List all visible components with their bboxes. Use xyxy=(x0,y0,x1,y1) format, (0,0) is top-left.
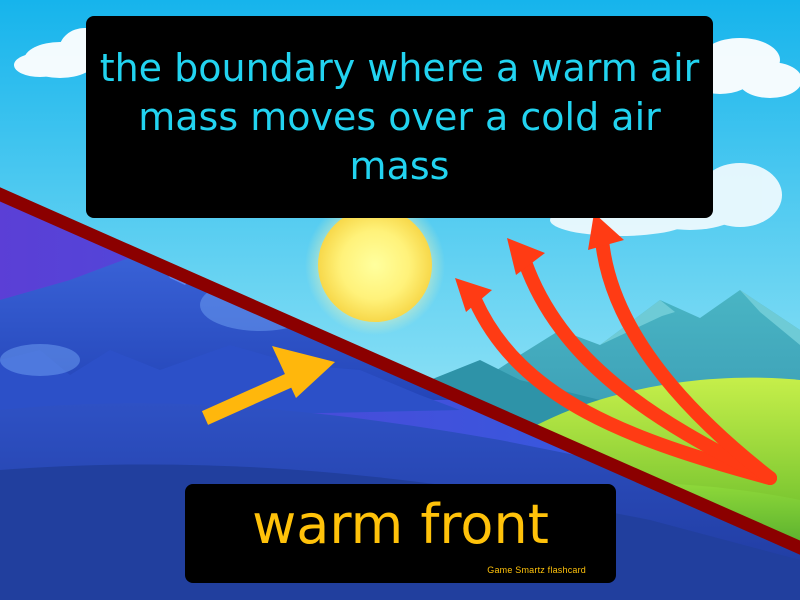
term-title: warm front xyxy=(252,493,549,556)
definition-panel: the boundary where a warm air mass moves… xyxy=(86,16,713,218)
term-panel: warm front Game Smartz flashcard xyxy=(185,484,616,583)
flashcard: the boundary where a warm air mass moves… xyxy=(0,0,800,600)
brand-footer: Game Smartz flashcard xyxy=(487,565,586,575)
definition-text: the boundary where a warm air mass moves… xyxy=(99,45,700,188)
